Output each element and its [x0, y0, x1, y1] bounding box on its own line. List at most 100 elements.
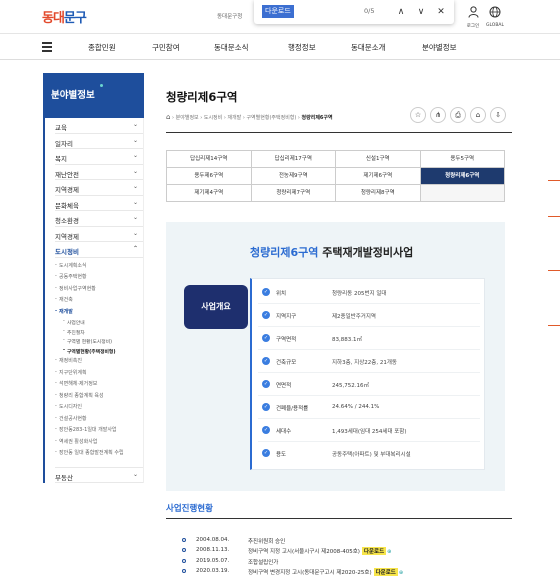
home-link-icon[interactable]: ⌂ [470, 107, 486, 123]
sidebar-item[interactable]: 교육 ⌄ [55, 118, 143, 134]
sub-item[interactable]: 역세권 활성화사업 [55, 438, 143, 450]
overview-key: 용도 [276, 452, 287, 458]
progress-desc-text: 정비구역 변경지정 고시(동대문구고시 제2020-25호) [248, 570, 372, 576]
nav-item-news[interactable]: 동대문소식 [214, 42, 249, 53]
breadcrumb-item[interactable]: 재개발 [227, 115, 241, 121]
sub-item[interactable]: 도시계획소식 [55, 262, 143, 274]
district-tabs: 답십리제14구역 답십리제17구역 신설1구역 용두5구역 용두제6구역 전농제… [166, 150, 505, 202]
subsub-item[interactable]: 구역별 현황(도시정비) [55, 338, 143, 348]
overview-value: 83,883.1㎡ [332, 337, 362, 343]
breadcrumb-item[interactable]: 구역별현황(주택정비형) [246, 115, 296, 121]
global-button[interactable]: GLOBAL [480, 6, 510, 28]
sub-item[interactable]: 공동주택현황 [55, 273, 143, 285]
site-subtitle: 동대문구청 [217, 14, 243, 20]
find-previous-button[interactable]: ∧ [394, 5, 408, 19]
overview-key: 구역면적 [276, 337, 297, 343]
tab-district[interactable]: 청량리제8구역 [336, 185, 421, 202]
progress-desc: 조합설립인가 [248, 560, 279, 566]
sub-item[interactable]: 건설공사현황 [55, 415, 143, 427]
sidebar-title: 분야별정보 [43, 73, 144, 118]
download-button[interactable]: 다운로드 [373, 568, 398, 576]
progress-date: 2008.11.13. [196, 547, 230, 553]
print-icon[interactable]: ⎙ [450, 107, 466, 123]
sub-item[interactable]: 재건축 [55, 296, 143, 308]
tab-district-active[interactable]: 청량리제6구역 [420, 168, 505, 185]
breadcrumb-item[interactable]: 도시정비 [204, 115, 222, 121]
sidebar-item-label: 부동산 [55, 474, 73, 482]
check-icon: ✓ [262, 380, 270, 388]
site-logo[interactable]: 동대문구 [42, 7, 87, 26]
bullet-icon [182, 548, 186, 552]
progress-desc: 정비구역 지정 고시(서울시구시 제2008-405호) 다운로드 ⊕ [248, 547, 391, 555]
sidebar-item[interactable]: 부동산 ⌄ [55, 467, 143, 483]
sidebar-item[interactable]: 일자리 ⌄ [55, 134, 143, 149]
sub-item-current[interactable]: 재개발 [55, 308, 143, 320]
sidebar-item-label: 지역경제 [55, 186, 79, 194]
home-icon[interactable]: ⌂ [166, 113, 170, 121]
tab-district[interactable]: 답십리제14구역 [167, 151, 252, 168]
tab-empty [420, 185, 505, 202]
nav-item-field-info[interactable]: 분야별정보 [422, 42, 457, 53]
sidebar-item[interactable]: 문화체육 ⌄ [55, 196, 143, 211]
overview-value: 1,493세대(임대 254세대 포함) [332, 429, 407, 435]
breadcrumb-item[interactable]: 분야별정보 [176, 115, 199, 121]
sub-item[interactable]: 장안동283-1일대 개발사업 [55, 426, 143, 438]
sidebar-item[interactable]: 지역경제 ⌄ [55, 180, 143, 196]
subsub-item[interactable]: 사업안내 [55, 319, 143, 329]
nav-item-intro[interactable]: 동대문소개 [351, 42, 386, 53]
tab-district[interactable]: 용두5구역 [420, 151, 505, 168]
sidebar-item-active[interactable]: 도시정비 ⌃ [55, 242, 143, 258]
subsub-item[interactable]: 추진절차 [55, 329, 143, 339]
bullet-icon [182, 538, 186, 542]
logo-text-b: 문구 [63, 11, 87, 26]
sub-item[interactable]: 장안동 일대 종합발전계획 수립 [55, 449, 143, 467]
sidebar-item-label: 도시정비 [55, 248, 79, 256]
find-input[interactable]: 다운로드 [262, 5, 294, 18]
chevron-down-icon: ⌄ [132, 214, 138, 221]
nav-item-civil[interactable]: 종합민원 [88, 42, 116, 53]
overview-row: ✓ 연면적 245,752.16㎡ [258, 375, 480, 396]
share-icon[interactable]: ⋔ [430, 107, 446, 123]
tab-district[interactable]: 제기제6구역 [336, 168, 421, 185]
find-close-button[interactable]: ✕ [434, 5, 448, 19]
global-label: GLOBAL [485, 23, 505, 28]
sidebar-item[interactable]: 복지 ⌄ [55, 149, 143, 165]
tab-district[interactable]: 답십리제17구역 [251, 151, 336, 168]
sidebar-item[interactable]: 청소환경 ⌄ [55, 211, 143, 227]
sidebar-item[interactable]: 재난안전 ⌄ [55, 165, 143, 180]
tab-district[interactable]: 전농제9구역 [251, 168, 336, 185]
edge-accent [548, 180, 560, 181]
sub-item[interactable]: 정비사업구역현황 [55, 285, 143, 297]
find-bar: 다운로드 0/5 ∧ ∨ ✕ [254, 0, 454, 24]
download-icon[interactable]: ⊕ [387, 549, 391, 555]
sidebar-item[interactable]: 지역경제 ⌄ [55, 227, 143, 242]
tab-district[interactable]: 용두제6구역 [167, 168, 252, 185]
sub-item[interactable]: 석면해체·제거정보 [55, 380, 143, 392]
find-next-button[interactable]: ∨ [414, 5, 428, 19]
sub-item[interactable]: 지구단위계획 [55, 369, 143, 381]
breadcrumb: ⌂ › 분야별정보 › 도시정비 › 재개발 › 구역별현황(주택정비형) › … [166, 113, 333, 121]
download-icon[interactable]: ⇩ [490, 107, 506, 123]
tab-district[interactable]: 청량리제7구역 [251, 185, 336, 202]
subsub-item-current[interactable]: 구역별현황(주택정비형) [55, 348, 143, 358]
tab-district[interactable]: 신설1구역 [336, 151, 421, 168]
overview-title-rest: 주택재개발정비사업 [318, 246, 414, 259]
nav-item-admin[interactable]: 행정정보 [288, 42, 316, 53]
favorite-icon[interactable]: ☆ [410, 107, 426, 123]
menu-icon[interactable] [42, 42, 52, 54]
overview-row: ✓ 구역면적 83,883.1㎡ [258, 329, 480, 350]
chevron-up-icon: ⌃ [132, 245, 138, 252]
sub-item[interactable]: 재정비촉진 [55, 357, 143, 369]
download-button[interactable]: 다운로드 [361, 547, 387, 555]
sidebar-item-label: 복지 [55, 155, 67, 163]
sub-item[interactable]: 청량리 종합계획 육성 [55, 392, 143, 404]
overview-value: 지하3층, 지상22층, 21개동 [332, 360, 397, 366]
sub-item[interactable]: 도시디자인 [55, 403, 143, 415]
overview-title-highlight: 청량리제6구역 [250, 246, 319, 259]
tab-district[interactable]: 제기제4구역 [167, 185, 252, 202]
nav-item-participation[interactable]: 구민참여 [152, 42, 180, 53]
check-icon: ✓ [262, 288, 270, 296]
progress-desc-text: 정비구역 지정 고시(서울시구시 제2008-405호) [248, 549, 360, 555]
download-icon[interactable]: ⊕ [399, 570, 403, 576]
progress-desc: 추진위원회 승인 [248, 539, 286, 545]
